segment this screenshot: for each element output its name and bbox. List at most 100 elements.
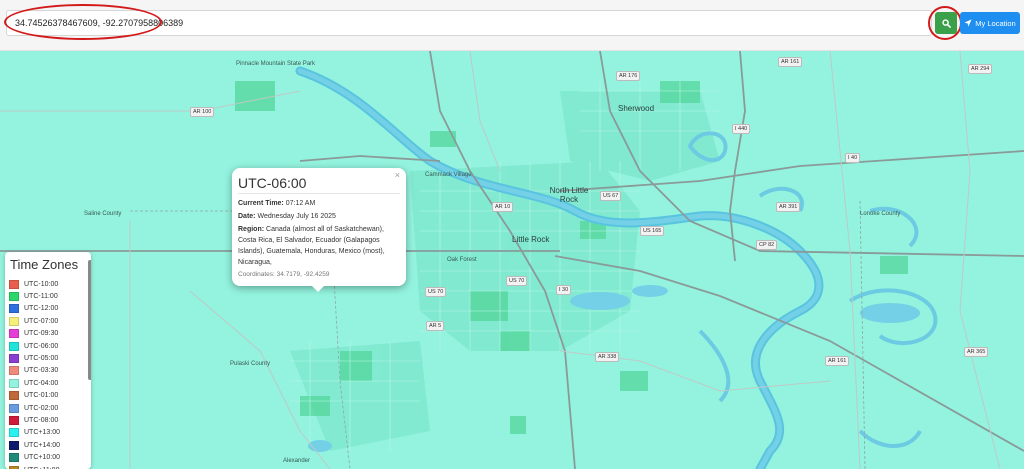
legend-item: UTC+13:00 (9, 427, 60, 439)
popup-date: Date: Wednesday July 16 2025 (238, 211, 400, 222)
region-label: Region: (238, 226, 265, 233)
legend-item: UTC-04:00 (9, 377, 58, 389)
legend-swatch (9, 428, 19, 438)
legend-swatch (9, 378, 19, 388)
legend-swatch (9, 366, 19, 376)
legend-label: UTC-08:00 (24, 416, 59, 424)
legend-item: UTC-08:00 (9, 414, 58, 426)
legend-swatch (9, 291, 19, 301)
road-shield: AR 10 (492, 202, 514, 212)
map-label-saline-county: Saline County (84, 211, 122, 217)
popup-title: UTC-06:00 (238, 175, 307, 191)
road-shield: US 70 (506, 276, 528, 286)
date-label: Date: (238, 213, 256, 220)
map-label-cammack-village: Cammack Village (425, 172, 472, 178)
popup-close-button[interactable]: × (395, 170, 400, 180)
legend-swatch (9, 279, 19, 289)
legend-scrollbar[interactable] (88, 260, 91, 380)
location-arrow-icon (964, 19, 972, 27)
road-shield: AR 5 (426, 321, 445, 331)
legend-item: UTC+11:00 (9, 464, 59, 469)
legend-swatch (9, 453, 19, 463)
road-shield: AR 161 (825, 356, 850, 366)
road-shield: AR 176 (616, 71, 641, 81)
map-label-lonoke-county: Lonoke County (860, 211, 901, 217)
map-label-pulaski-county: Pulaski County (230, 361, 271, 367)
timezone-popup: × UTC-06:00 Current Time: 07:12 AM Date:… (232, 168, 406, 286)
legend-label: UTC-09:30 (24, 330, 59, 338)
current-time-value: 07:12 AM (285, 200, 316, 207)
legend-swatch (9, 440, 19, 450)
map-base-layer (0, 51, 1024, 469)
popup-region: Region: Canada (almost all of Saskatchew… (238, 224, 400, 268)
legend-label: UTC-05:00 (24, 354, 59, 362)
legend-item: UTC+14:00 (9, 439, 60, 451)
legend-item: UTC-07:00 (9, 315, 58, 327)
popup-tip (311, 285, 325, 292)
road-shield: AR 391 (776, 202, 801, 212)
legend-item: UTC-01:00 (9, 390, 58, 402)
road-shield: US 67 (600, 191, 622, 201)
legend-swatch (9, 391, 19, 401)
road-shield: AR 294 (968, 64, 993, 74)
road-shield: CP 82 (756, 240, 778, 250)
road-shield: AR 161 (778, 57, 803, 67)
my-location-label: My Location (975, 18, 1016, 28)
road-shield: US 70 (425, 287, 447, 297)
legend-swatch (9, 403, 19, 413)
road-shield: I 440 (732, 124, 751, 134)
legend-label: UTC-11:00 (24, 292, 58, 300)
legend-item: UTC-05:00 (9, 352, 58, 364)
legend-item: UTC-09:30 (9, 328, 58, 340)
road-shield: AR 100 (190, 107, 215, 117)
road-shield: I 40 (845, 153, 861, 163)
legend-swatch (9, 341, 19, 351)
popup-current-time: Current Time: 07:12 AM (238, 198, 400, 209)
legend-label: UTC-04:00 (24, 379, 59, 387)
city-label-north-little-rock: North Little Rock (549, 186, 589, 204)
legend-label: UTC-06:00 (24, 342, 59, 350)
legend-label: UTC-12:00 (24, 305, 59, 313)
legend-label: UTC-01:00 (24, 392, 59, 400)
legend-item: UTC-03:30 (9, 365, 58, 377)
legend-item: UTC-12:00 (9, 303, 58, 315)
legend-item: UTC-06:00 (9, 340, 58, 352)
legend-label: UTC+10:00 (24, 454, 60, 462)
road-shield: AR 365 (964, 347, 989, 357)
top-search-bar: My Location (0, 0, 1024, 51)
legend-swatch (9, 304, 19, 314)
legend-label: UTC-02:00 (24, 404, 59, 412)
legend-swatch (9, 316, 19, 326)
annotation-ellipse (4, 4, 162, 40)
legend-label: UTC+13:00 (24, 429, 60, 437)
legend-item: UTC-02:00 (9, 402, 58, 414)
popup-divider (238, 193, 400, 194)
city-label-sherwood: Sherwood (618, 104, 655, 113)
road-shield: I 30 (556, 285, 572, 295)
legend-item: UTC-10:00 (9, 278, 58, 290)
annotation-circle (928, 6, 962, 40)
current-time-label: Current Time: (238, 200, 284, 207)
road-shield: US 165 (640, 226, 665, 236)
date-value: Wednesday July 16 2025 (257, 213, 336, 220)
time-zones-legend: Time Zones UTC-10:00 UTC-11:00 UTC-12:00 UT… (5, 252, 91, 469)
popup-coordinates: Coordinates: 34.7179, -92.4259 (238, 271, 330, 278)
legend-title: Time Zones (10, 257, 79, 272)
legend-swatch (9, 353, 19, 363)
map-label-park: Pinnacle Mountain State Park (236, 61, 316, 67)
legend-label: UTC-03:30 (24, 367, 59, 375)
legend-label: UTC+14:00 (24, 441, 60, 449)
legend-label: UTC-10:00 (24, 280, 59, 288)
map-label-alexander: Alexander (283, 458, 311, 464)
city-label-little-rock: Little Rock (512, 235, 550, 244)
legend-item: UTC+10:00 (9, 452, 60, 464)
legend-swatch (9, 415, 19, 425)
legend-item: UTC-11:00 (9, 290, 58, 302)
my-location-button[interactable]: My Location (960, 12, 1020, 34)
map-label-oak-forest: Oak Forest (447, 257, 477, 263)
road-shield: AR 338 (595, 352, 620, 362)
legend-swatch (9, 465, 19, 469)
legend-swatch (9, 329, 19, 339)
map-canvas[interactable]: Pinnacle Mountain State Park Saline Coun… (0, 51, 1024, 469)
legend-label: UTC-07:00 (24, 317, 59, 325)
